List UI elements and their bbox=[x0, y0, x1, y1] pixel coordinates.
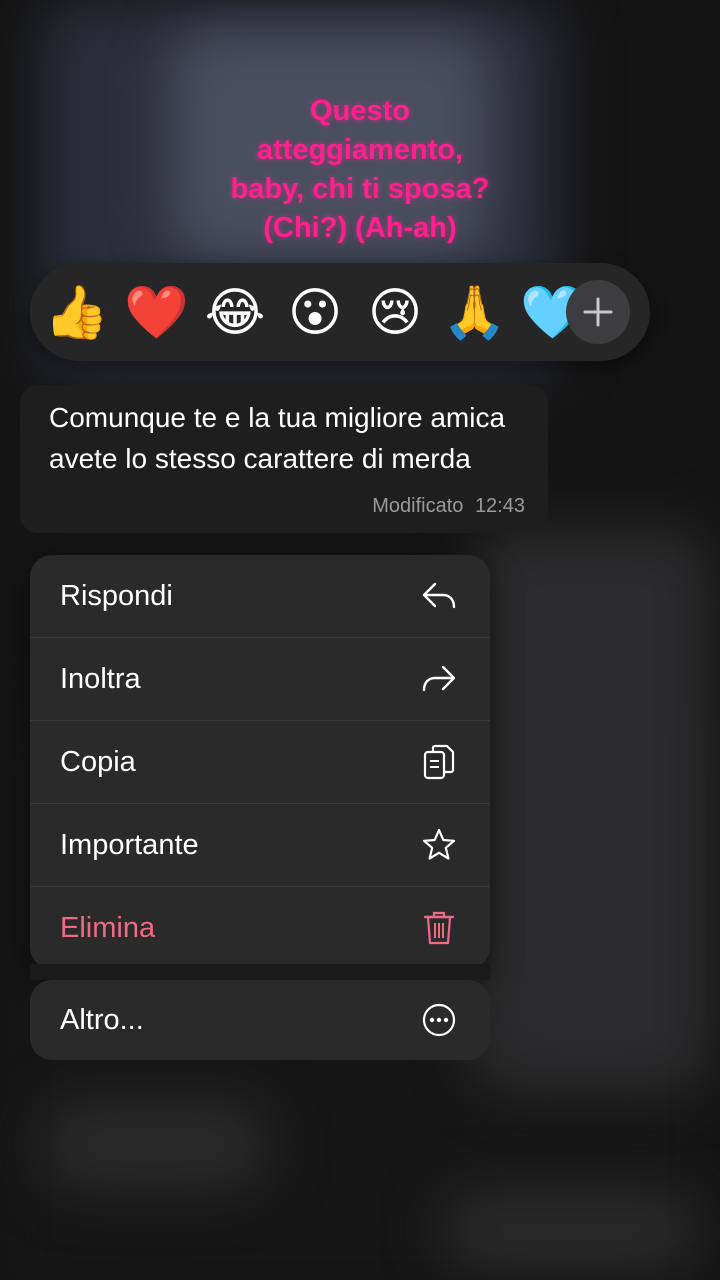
reaction-pray[interactable]: 🙏 bbox=[442, 283, 507, 343]
menu-item-label: Rispondi bbox=[60, 579, 173, 612]
edited-label: Modificato bbox=[372, 495, 464, 517]
menu-item-label: Inoltra bbox=[60, 662, 141, 695]
menu-item-label: Importante bbox=[60, 828, 199, 861]
star-icon bbox=[420, 826, 458, 864]
plus-icon bbox=[583, 297, 613, 327]
message-time: 12:43 bbox=[474, 495, 525, 517]
more-reactions-button[interactable] bbox=[566, 280, 630, 344]
overlay-line: Questo bbox=[310, 95, 410, 127]
reaction-heart[interactable]: ❤️ bbox=[124, 283, 189, 343]
context-menu-more-group: Altro... bbox=[30, 980, 490, 1060]
message-text: Comunque te e la tua migliore amica avet… bbox=[49, 402, 506, 474]
reaction-laughing[interactable]: 😂 bbox=[203, 283, 267, 343]
menu-item-star[interactable]: Importante bbox=[30, 804, 490, 887]
menu-item-more[interactable]: Altro... bbox=[30, 980, 490, 1060]
reaction-surprised[interactable]: 😮 bbox=[283, 283, 347, 343]
overlay-line: baby, chi ti sposa? bbox=[230, 173, 490, 205]
menu-item-label: Altro... bbox=[60, 1003, 144, 1036]
message-meta: Modificato 12:43 bbox=[372, 495, 525, 518]
menu-item-reply[interactable]: Rispondi bbox=[30, 555, 490, 638]
menu-item-forward[interactable]: Inoltra bbox=[30, 638, 490, 721]
menu-item-label: Copia bbox=[60, 745, 136, 778]
trash-icon bbox=[420, 909, 458, 947]
reaction-bar: 👍 ❤️ 😂 😮 😢 🙏 🩵 bbox=[30, 263, 650, 361]
reaction-thumbs-up[interactable]: 👍 bbox=[44, 283, 109, 343]
overlay-line: atteggiamento, bbox=[256, 134, 464, 166]
overlay-line: (Chi?) (Ah-ah) bbox=[263, 212, 457, 244]
menu-item-copy[interactable]: Copia bbox=[30, 721, 490, 804]
message-bubble[interactable]: Comunque te e la tua migliore amica avet… bbox=[20, 385, 548, 533]
context-menu: Rispondi Inoltra Copia Importante Elimin… bbox=[30, 555, 490, 969]
reply-icon bbox=[420, 577, 458, 615]
reaction-crying[interactable]: 😢 bbox=[363, 283, 427, 343]
copy-icon bbox=[420, 743, 458, 781]
menu-item-delete[interactable]: Elimina bbox=[30, 887, 490, 969]
ellipsis-circle-icon bbox=[420, 1001, 458, 1039]
forward-icon bbox=[420, 660, 458, 698]
menu-separator bbox=[30, 964, 490, 980]
menu-item-label: Elimina bbox=[60, 911, 156, 944]
story-overlay-text: Questo atteggiamento, baby, chi ti sposa… bbox=[150, 92, 570, 248]
